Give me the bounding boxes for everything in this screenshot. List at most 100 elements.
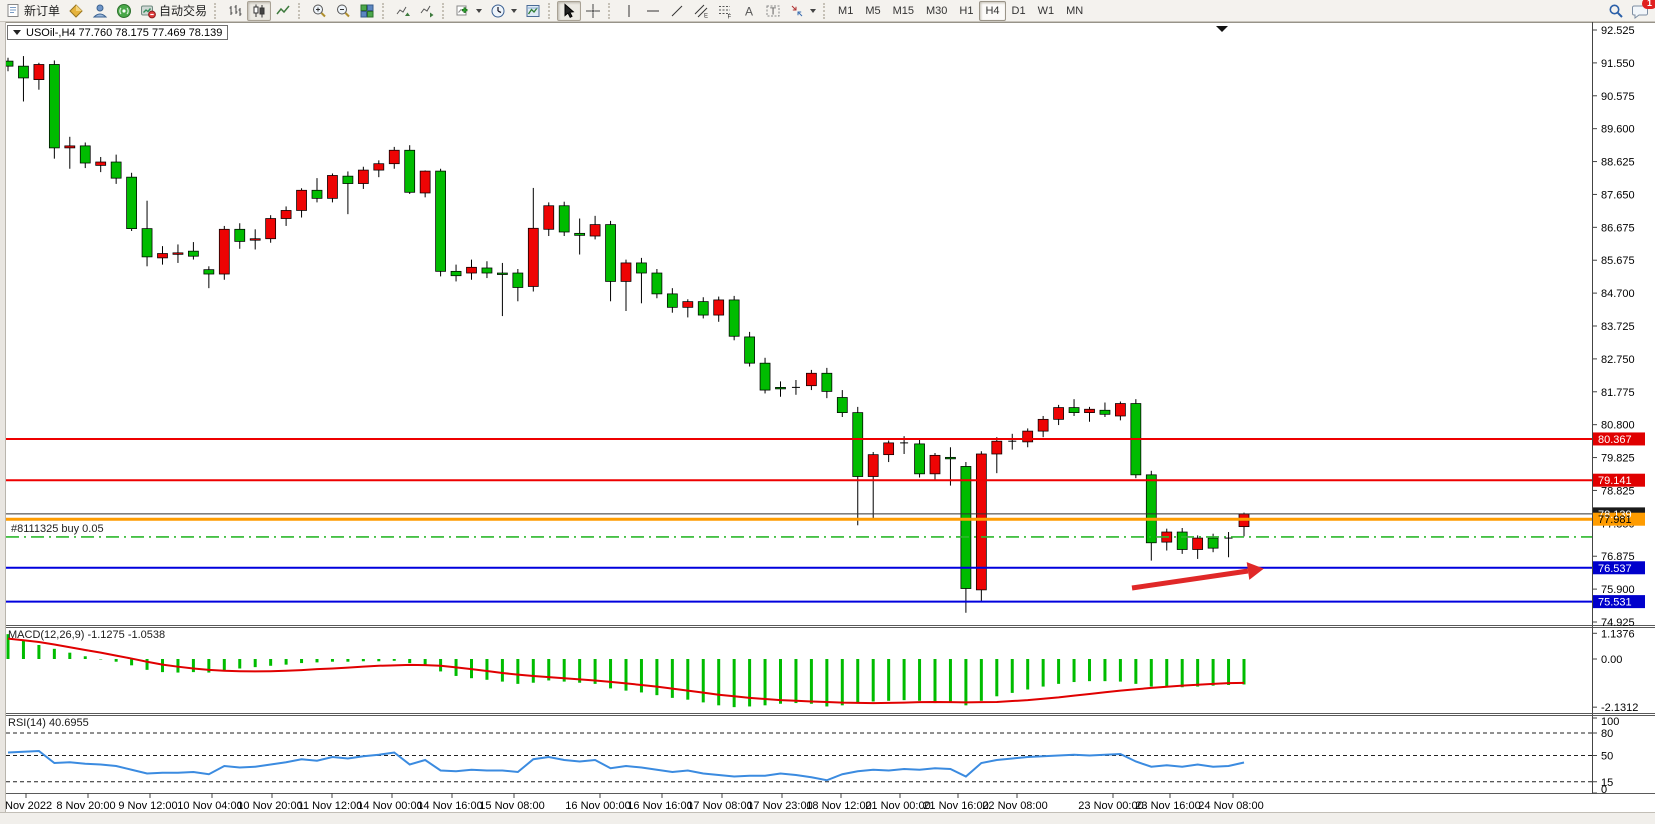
svg-text:88.625: 88.625 [1601, 157, 1635, 169]
svg-text:F: F [728, 14, 732, 19]
new-order-button[interactable]: 新订单 [2, 1, 64, 21]
chart-svg[interactable]: 92.52591.55090.57589.60088.62587.65086.6… [0, 0, 1655, 823]
toolbar-separator [442, 3, 448, 19]
svg-text:1.1376: 1.1376 [1601, 628, 1635, 640]
indicators-dropdown-caret[interactable] [476, 9, 482, 13]
market-watch-icon [92, 3, 108, 19]
svg-text:14 Nov 00:00: 14 Nov 00:00 [357, 800, 422, 812]
periods-dropdown-caret[interactable] [511, 9, 517, 13]
text-button[interactable]: A [737, 1, 761, 21]
svg-text:89.600: 89.600 [1601, 124, 1635, 136]
svg-text:81.775: 81.775 [1601, 387, 1635, 399]
svg-text:23 Nov 00:00: 23 Nov 00:00 [1078, 800, 1143, 812]
chart-shift-icon [419, 3, 435, 19]
indicators-icon [455, 3, 471, 19]
tile-windows-button[interactable] [355, 1, 379, 21]
zoom-out-icon [335, 3, 351, 19]
svg-text:23 Nov 16:00: 23 Nov 16:00 [1135, 800, 1200, 812]
shapes-dropdown-caret[interactable] [810, 9, 816, 13]
line-chart-button[interactable] [271, 1, 295, 21]
svg-text:0: 0 [1601, 784, 1607, 796]
timeframe-button-H4[interactable]: H4 [979, 1, 1005, 21]
timeframe-button-M15[interactable]: M15 [887, 1, 920, 21]
candlestick-icon [251, 3, 267, 19]
chart-profile-button[interactable] [64, 1, 88, 21]
autotrade-icon [140, 3, 156, 19]
periods-button[interactable] [486, 1, 521, 21]
chart-shift-button[interactable] [415, 1, 439, 21]
timeframe-button-D1[interactable]: D1 [1006, 1, 1032, 21]
svg-text:74.925: 74.925 [1601, 617, 1635, 629]
auto-scroll-button[interactable] [391, 1, 415, 21]
svg-text:75.900: 75.900 [1601, 584, 1635, 596]
shapes-button[interactable] [785, 1, 820, 21]
svg-text:9 Nov 12:00: 9 Nov 12:00 [118, 800, 177, 812]
text-label-button[interactable]: T [761, 1, 785, 21]
svg-text:92.525: 92.525 [1601, 25, 1635, 37]
candlestick-chart-button[interactable] [247, 1, 271, 21]
main-toolbar: 新订单 自动交易 [0, 0, 1655, 22]
svg-text:0.00: 0.00 [1601, 654, 1622, 666]
timeframe-button-M1[interactable]: M1 [832, 1, 859, 21]
equidistant-channel-button[interactable]: E [689, 1, 713, 21]
timeframe-button-MN[interactable]: MN [1060, 1, 1089, 21]
status-bar [0, 812, 1655, 824]
svg-text:11 Nov 12:00: 11 Nov 12:00 [298, 800, 363, 812]
chart-menu-arrow-icon[interactable] [13, 30, 21, 35]
svg-text:91.550: 91.550 [1601, 58, 1635, 70]
trendline-icon [669, 3, 685, 19]
timeframe-group: M1M5M15M30H1H4D1W1MN [832, 1, 1089, 21]
zoom-in-button[interactable] [307, 1, 331, 21]
arrows-shapes-icon [789, 3, 805, 19]
signals-button[interactable] [112, 1, 136, 21]
horizontal-line-button[interactable] [641, 1, 665, 21]
autotrade-button[interactable]: 自动交易 [136, 1, 211, 21]
window-left-edge [0, 22, 6, 812]
svg-text:21 Nov 16:00: 21 Nov 16:00 [923, 800, 988, 812]
trendline-button[interactable] [665, 1, 689, 21]
svg-text:-2.1312: -2.1312 [1601, 702, 1638, 714]
vertical-line-button[interactable] [617, 1, 641, 21]
crosshair-button[interactable] [581, 1, 605, 21]
chat-badge: 1 [1642, 0, 1655, 9]
toolbar-separator [382, 3, 388, 19]
svg-text:16 Nov 16:00: 16 Nov 16:00 [627, 800, 692, 812]
zoom-out-button[interactable] [331, 1, 355, 21]
toolbar-separator [214, 3, 220, 19]
indicators-button[interactable] [451, 1, 486, 21]
timeframe-button-W1[interactable]: W1 [1032, 1, 1061, 21]
svg-text:T: T [770, 6, 776, 17]
svg-text:16 Nov 00:00: 16 Nov 00:00 [565, 800, 630, 812]
chart-window[interactable]: 92.52591.55090.57589.60088.62587.65086.6… [0, 0, 1655, 823]
symbol-info-text: USOil-,H4 77.760 78.175 77.469 78.139 [26, 27, 222, 39]
zoom-in-icon [311, 3, 327, 19]
svg-text:21 Nov 00:00: 21 Nov 00:00 [865, 800, 930, 812]
text-icon: A [741, 3, 757, 19]
search-button[interactable] [1604, 1, 1628, 21]
macd-indicator-label: MACD(12,26,9) -1.1275 -1.0538 [8, 629, 165, 641]
signals-icon [116, 3, 132, 19]
timeframe-button-H1[interactable]: H1 [953, 1, 979, 21]
toolbar-separator [298, 3, 304, 19]
svg-text:10 Nov 20:00: 10 Nov 20:00 [237, 800, 302, 812]
channel-icon: E [693, 3, 709, 19]
fibonacci-button[interactable]: F [713, 1, 737, 21]
svg-text:80.367: 80.367 [1598, 434, 1632, 446]
timeframe-button-M30[interactable]: M30 [920, 1, 953, 21]
market-watch-button[interactable] [88, 1, 112, 21]
cursor-button[interactable] [557, 1, 581, 21]
bar-chart-button[interactable] [223, 1, 247, 21]
svg-text:22 Nov 08:00: 22 Nov 08:00 [982, 800, 1047, 812]
search-icon [1608, 3, 1624, 19]
timeframe-button-M5[interactable]: M5 [859, 1, 886, 21]
svg-text:100: 100 [1601, 716, 1619, 728]
svg-text:15 Nov 08:00: 15 Nov 08:00 [479, 800, 544, 812]
svg-text:80.800: 80.800 [1601, 420, 1635, 432]
templates-button[interactable] [521, 1, 545, 21]
symbol-info-box: USOil-,H4 77.760 78.175 77.469 78.139 [7, 25, 228, 40]
svg-text:8 Nov 20:00: 8 Nov 20:00 [56, 800, 115, 812]
chat-button[interactable]: 1 [1628, 1, 1653, 21]
fibonacci-icon: F [717, 3, 733, 19]
svg-text:77.981: 77.981 [1598, 514, 1632, 526]
toolbar-separator [823, 3, 829, 19]
